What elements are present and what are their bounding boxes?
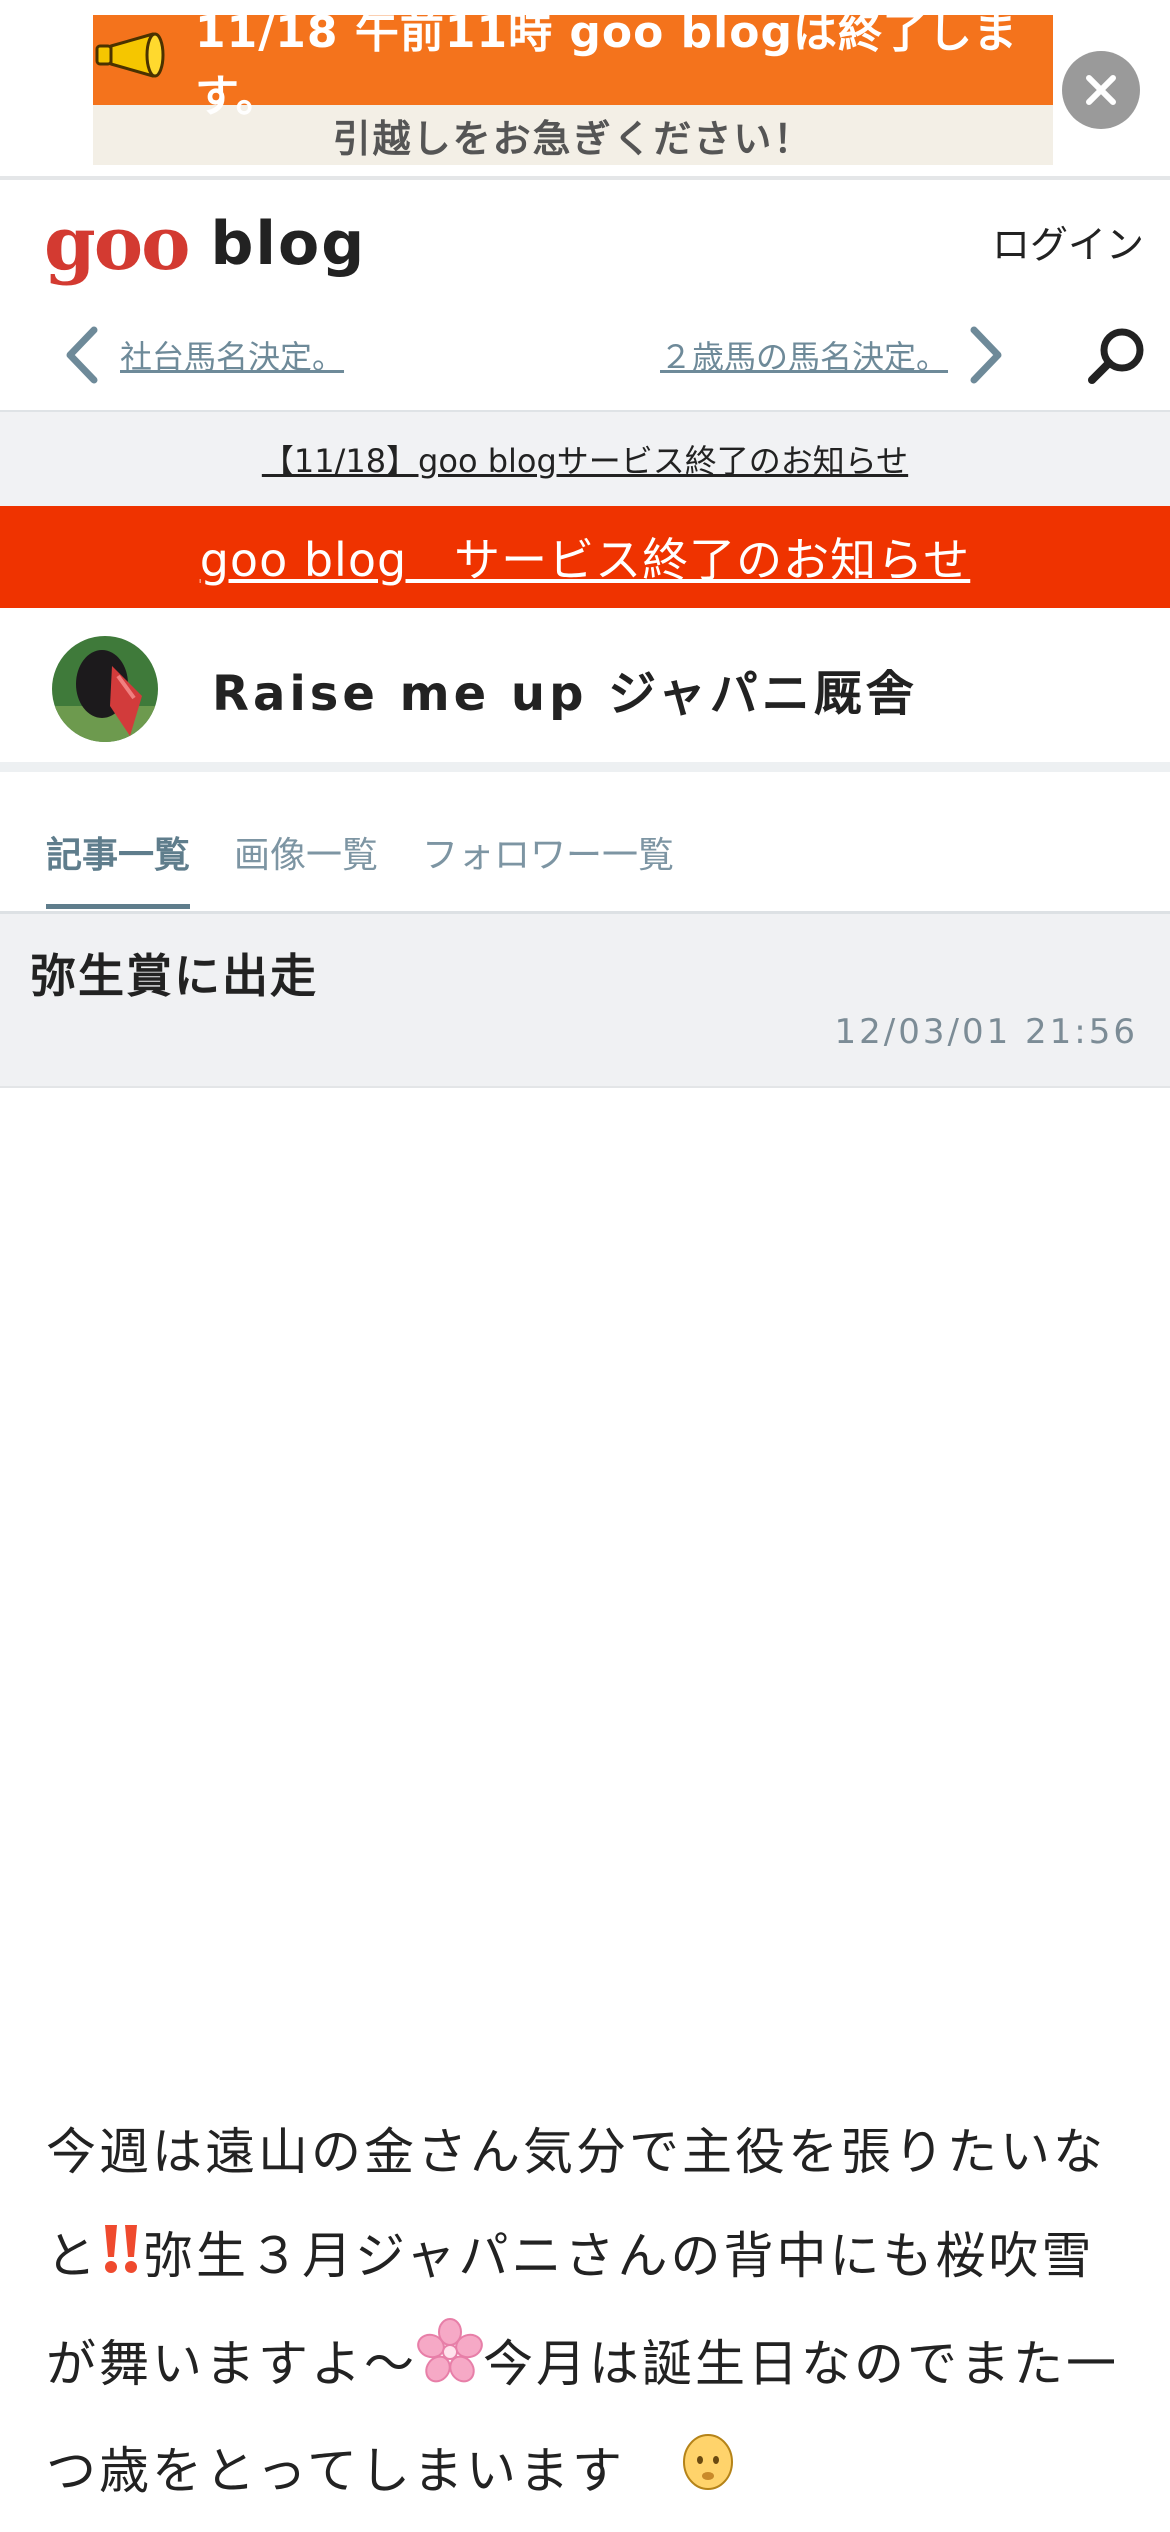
face-emoji-icon: [678, 2423, 738, 2527]
notice-strip: 【11/18】goo blogサービス終了のお知らせ: [0, 412, 1170, 506]
service-end-red-bar: goo blog サービス終了のお知らせ: [0, 506, 1170, 608]
service-end-red-link[interactable]: goo blog サービス終了のお知らせ: [200, 524, 971, 590]
double-exclamation-icon: [99, 2208, 143, 2312]
tab-images[interactable]: 画像一覧: [234, 826, 378, 904]
entry-header: 弥生賞に出走 12/03/01 21:56: [0, 914, 1170, 1088]
prev-article-link[interactable]: 社台馬名決定。: [62, 326, 344, 384]
tab-followers[interactable]: フォロワー一覧: [422, 826, 674, 904]
next-article-link[interactable]: ２歳馬の馬名決定。: [660, 326, 1006, 384]
cherry-blossom-icon: [417, 2315, 483, 2419]
banner-line2: 引越しをお急ぎください！: [332, 116, 814, 161]
service-end-notice-link[interactable]: 【11/18】goo blogサービス終了のお知らせ: [262, 436, 908, 482]
chevron-left-icon: [66, 326, 98, 384]
next-article-title: ２歳馬の馬名決定。: [660, 338, 949, 376]
site-header: goo blog ログイン 社台馬名決定。 ２歳馬の馬名決定。: [0, 184, 1170, 412]
search-button[interactable]: [1084, 324, 1148, 388]
megaphone-icon: [93, 30, 173, 91]
blog-tabs: 記事一覧 画像一覧 フォロワー一覧: [0, 790, 1170, 914]
blog-header: Raise me up ジャパニ厩舎: [0, 608, 1170, 772]
service-end-banner[interactable]: 11/18 午前11時 goo blogは終了します。 引越しをお急ぎください！: [93, 7, 1053, 165]
search-icon: [1088, 328, 1144, 384]
avatar[interactable]: [52, 636, 158, 742]
login-link[interactable]: ログイン: [992, 214, 1144, 269]
close-icon: [1086, 75, 1116, 105]
entry-date: 12/03/01 21:56: [834, 1012, 1138, 1052]
entry-body: 今週は遠山の金さん気分で主役を張りたいなと 弥生３月ジャパニさんの背中にも桜吹雪…: [46, 2100, 1136, 2527]
banner-ad-area: 11/18 午前11時 goo blogは終了します。 引越しをお急ぎください！: [0, 0, 1170, 180]
entry-title[interactable]: 弥生賞に出走: [30, 940, 318, 1006]
chevron-right-icon: [970, 326, 1002, 384]
prev-article-title: 社台馬名決定。: [120, 338, 345, 376]
banner-line1: 11/18 午前11時 goo blogは終了します。: [195, 7, 1018, 122]
banner-close-button[interactable]: [1062, 51, 1140, 129]
banner-top-strip: 11/18 午前11時 goo blogは終了します。: [93, 7, 1053, 122]
goo-blog-logo[interactable]: goo blog: [44, 204, 366, 284]
logo-goo: goo: [44, 201, 190, 287]
logo-blog: blog: [210, 209, 367, 279]
tab-articles[interactable]: 記事一覧: [46, 826, 191, 909]
blog-title[interactable]: Raise me up ジャパニ厩舎: [212, 654, 918, 724]
